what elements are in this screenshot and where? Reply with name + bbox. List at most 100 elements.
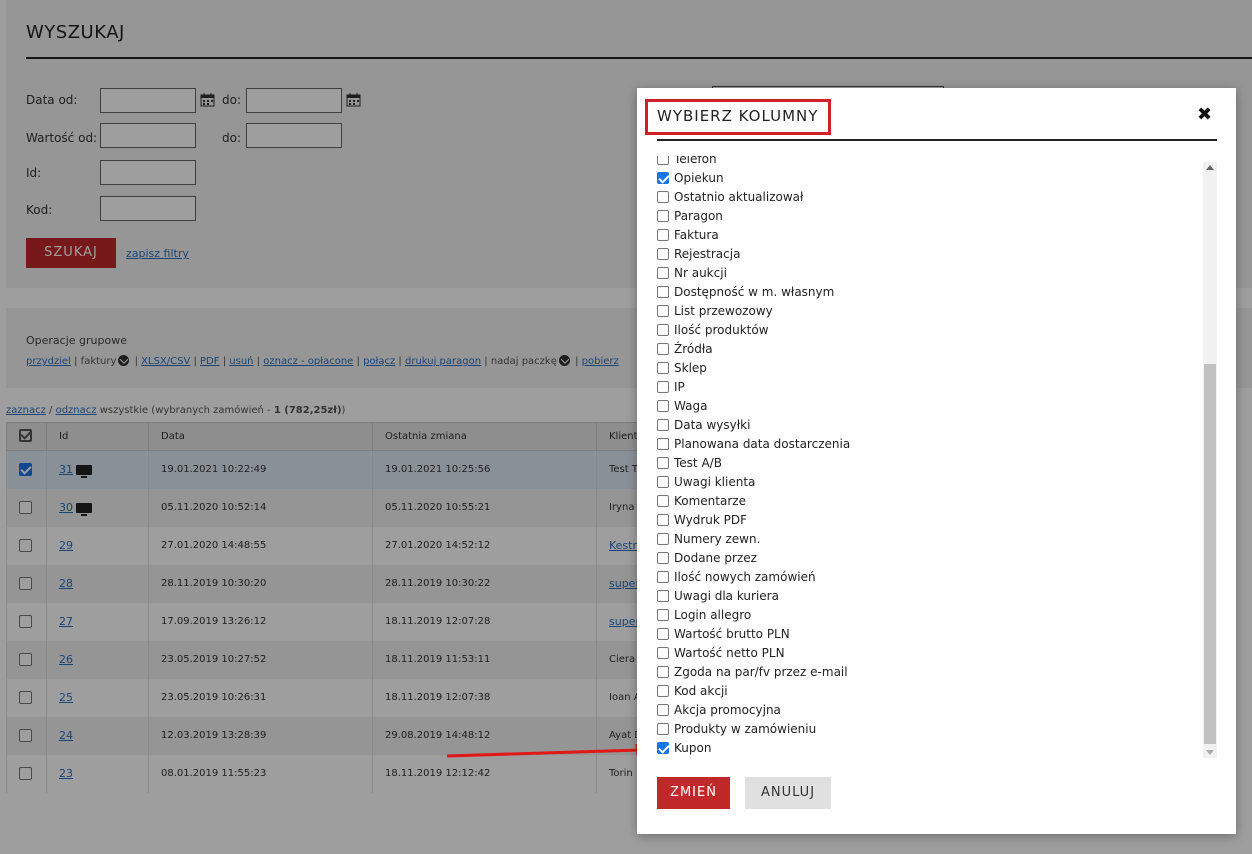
column-checkbox[interactable] [657, 722, 669, 735]
column-label: Dostępność w m. własnym [674, 284, 835, 299]
column-label: Planowana data dostarczenia [674, 436, 851, 451]
column-checkbox[interactable] [657, 703, 669, 716]
column-label: Uwagi dla kuriera [674, 588, 779, 603]
column-label: Ilość produktów [674, 322, 769, 337]
change-button[interactable]: ZMIEŃ [657, 777, 730, 809]
column-option[interactable]: Nr aukcji [657, 263, 1205, 282]
column-option[interactable]: Waga [657, 396, 1205, 415]
column-checkbox[interactable] [657, 171, 669, 184]
column-label: Test A/B [674, 455, 722, 470]
column-checkbox[interactable] [657, 684, 669, 697]
column-label: Źródła [674, 341, 713, 356]
column-label: Login allegro [674, 607, 752, 622]
column-label: Zgoda na par/fv przez e-mail [674, 664, 848, 679]
column-option[interactable]: Ilość nowych zamówień [657, 567, 1205, 586]
column-option[interactable]: List przewozowy [657, 301, 1205, 320]
column-option[interactable]: Login allegro [657, 605, 1205, 624]
column-option[interactable]: Data wysyłki [657, 415, 1205, 434]
column-label: IP [674, 379, 685, 394]
column-label: Waga [674, 398, 708, 413]
column-label: Wartość brutto PLN [674, 626, 790, 641]
column-label: Kupon [674, 740, 712, 755]
modal-title: WYBIERZ KOLUMNY [657, 107, 819, 125]
red-arrow-annotation [447, 744, 655, 758]
scroll-thumb[interactable] [1204, 364, 1216, 744]
column-checkbox[interactable] [657, 456, 669, 469]
column-label: Uwagi klienta [674, 474, 756, 489]
column-checkbox[interactable] [657, 156, 669, 165]
column-label: Ostatnio aktualizował [674, 189, 804, 204]
column-option[interactable]: Faktura [657, 225, 1205, 244]
column-option[interactable]: Opiekun [657, 168, 1205, 187]
column-checkbox[interactable] [657, 570, 669, 583]
column-checkbox[interactable] [657, 437, 669, 450]
column-option[interactable]: Numery zewn. [657, 529, 1205, 548]
column-option[interactable]: Komentarze [657, 491, 1205, 510]
column-option[interactable]: Rejestracja [657, 244, 1205, 263]
column-label: Paragon [674, 208, 723, 223]
column-checkbox[interactable] [657, 399, 669, 412]
column-option[interactable]: Wartość netto PLN [657, 643, 1205, 662]
column-checkbox[interactable] [657, 266, 669, 279]
column-label: Wydruk PDF [674, 512, 748, 527]
column-checkbox[interactable] [657, 741, 669, 754]
modal-divider [657, 139, 1217, 141]
scroll-down-icon[interactable] [1206, 750, 1214, 755]
column-checkbox[interactable] [657, 304, 669, 317]
column-option[interactable]: Uwagi klienta [657, 472, 1205, 491]
column-checkbox[interactable] [657, 285, 669, 298]
scrollbar[interactable] [1203, 162, 1217, 758]
column-checkbox[interactable] [657, 646, 669, 659]
column-checkbox[interactable] [657, 342, 669, 355]
column-option[interactable]: Ilość produktów [657, 320, 1205, 339]
column-checkbox[interactable] [657, 551, 669, 564]
column-checkbox[interactable] [657, 323, 669, 336]
column-label: Komentarze [674, 493, 746, 508]
column-option[interactable]: Dostępność w m. własnym [657, 282, 1205, 301]
column-checkbox[interactable] [657, 627, 669, 640]
column-label: Wartość netto PLN [674, 645, 785, 660]
close-icon[interactable]: ✖ [1197, 104, 1212, 125]
column-label: Dodane przez [674, 550, 757, 565]
column-option[interactable]: Produkty w zamówieniu [657, 719, 1205, 738]
column-checkbox[interactable] [657, 228, 669, 241]
column-option[interactable]: Zgoda na par/fv przez e-mail [657, 662, 1205, 681]
column-option[interactable]: Źródła [657, 339, 1205, 358]
column-option[interactable]: Akcja promocyjna [657, 700, 1205, 719]
column-label: Opiekun [674, 170, 724, 185]
column-option[interactable]: Dodane przez [657, 548, 1205, 567]
column-option[interactable]: Wydruk PDF [657, 510, 1205, 529]
column-checkbox[interactable] [657, 418, 669, 431]
column-checkbox[interactable] [657, 247, 669, 260]
cancel-button[interactable]: ANULUJ [745, 777, 831, 809]
column-checkbox[interactable] [657, 608, 669, 621]
column-option[interactable]: Paragon [657, 206, 1205, 225]
column-option[interactable]: Kupon [657, 738, 1205, 757]
column-option[interactable]: Planowana data dostarczenia [657, 434, 1205, 453]
column-option[interactable]: Wartość brutto PLN [657, 624, 1205, 643]
column-checkbox[interactable] [657, 513, 669, 526]
column-label: Kod akcji [674, 683, 728, 698]
column-label: Produkty w zamówieniu [674, 721, 817, 736]
column-option[interactable]: Ostatnio aktualizował [657, 187, 1205, 206]
column-label: Faktura [674, 227, 719, 242]
column-checkbox[interactable] [657, 380, 669, 393]
column-label: Numery zewn. [674, 531, 761, 546]
column-option[interactable]: IP [657, 377, 1205, 396]
column-option[interactable]: Kod akcji [657, 681, 1205, 700]
column-checkbox[interactable] [657, 665, 669, 678]
column-option[interactable]: Sklep [657, 358, 1205, 377]
column-option[interactable]: Uwagi dla kuriera [657, 586, 1205, 605]
column-checkbox[interactable] [657, 475, 669, 488]
column-checkbox[interactable] [657, 532, 669, 545]
column-checkbox[interactable] [657, 494, 669, 507]
column-checkbox[interactable] [657, 209, 669, 222]
column-option[interactable]: Test A/B [657, 453, 1205, 472]
column-checkbox[interactable] [657, 589, 669, 602]
column-checkbox[interactable] [657, 361, 669, 374]
column-option[interactable]: Telefon [657, 156, 1205, 168]
column-label: Sklep [674, 360, 707, 375]
column-checkbox[interactable] [657, 190, 669, 203]
scroll-up-icon[interactable] [1206, 165, 1214, 170]
select-columns-modal: WYBIERZ KOLUMNY ✖ Telefon Opiekun Ostatnio… [637, 88, 1236, 834]
